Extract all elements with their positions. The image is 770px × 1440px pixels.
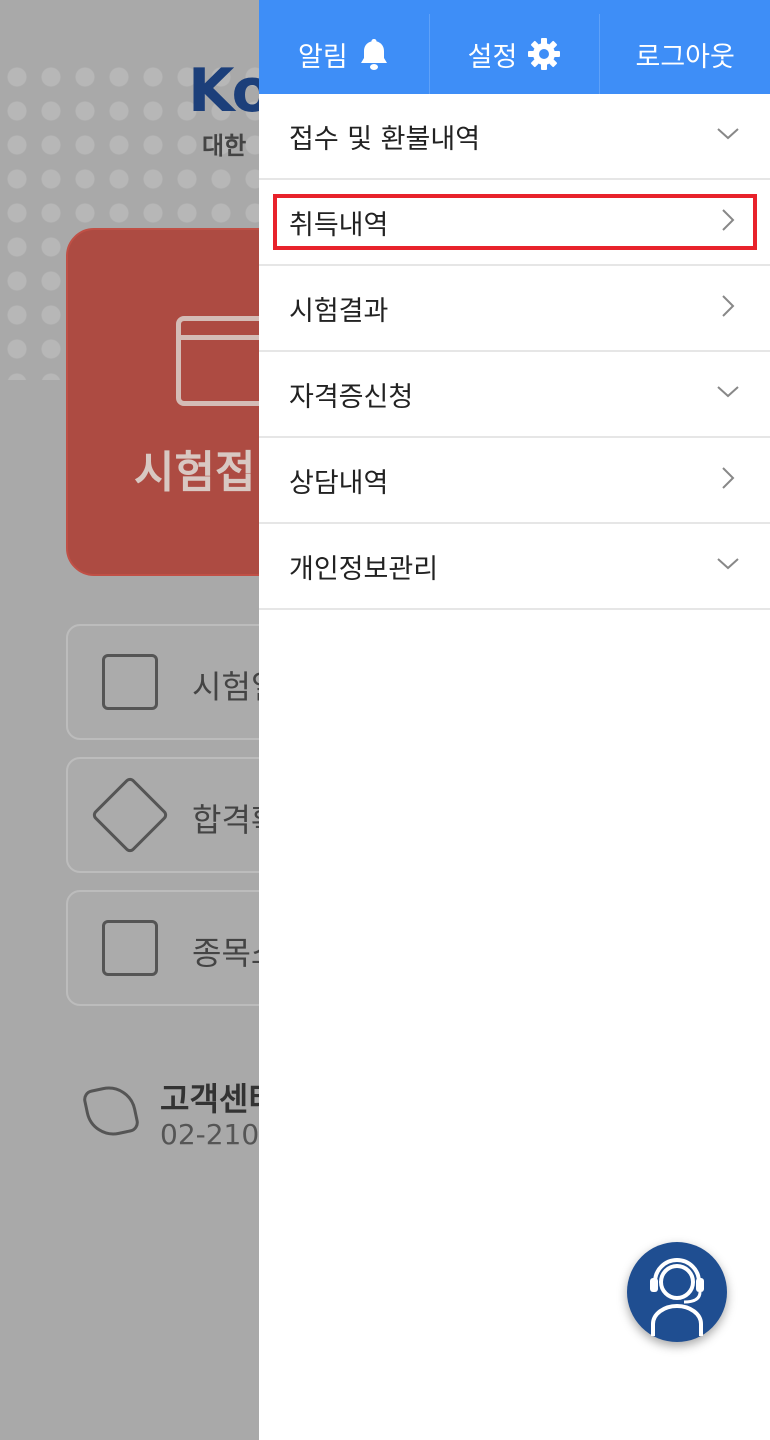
chevron-down-icon	[716, 122, 740, 146]
tab-notifications[interactable]: 알림	[259, 14, 430, 94]
phone-icon	[81, 1081, 141, 1141]
drawer-header-tabs: 알림 설정 로그아웃	[259, 14, 770, 94]
menu-item-consultation-history[interactable]: 상담내역	[259, 438, 770, 524]
chevron-right-icon	[716, 294, 740, 318]
tab-logout-label: 로그아웃	[635, 41, 735, 73]
status-strip	[259, 0, 770, 14]
menu-item-label: 상담내역	[289, 467, 389, 499]
menu-item-exam-results[interactable]: 시험결과	[259, 266, 770, 352]
tab-settings[interactable]: 설정	[430, 14, 601, 94]
menu-item-label: 시험결과	[289, 295, 389, 327]
tab-logout[interactable]: 로그아웃	[600, 14, 770, 94]
badge-check-icon	[90, 775, 170, 855]
category-card[interactable]: 종목소	[66, 890, 290, 1006]
side-drawer: 알림 설정 로그아웃 접수 및 환불내역 취득내역 시험결과 자격증신청 상담내…	[259, 0, 770, 1440]
calendar-icon	[102, 654, 158, 710]
tab-settings-label: 설정	[467, 41, 518, 73]
exam-schedule-card[interactable]: 시험일	[66, 624, 290, 740]
menu-item-label: 자격증신청	[289, 381, 414, 413]
bell-icon	[360, 39, 387, 70]
menu-item-personal-info[interactable]: 개인정보관리	[259, 524, 770, 610]
highlight-box	[273, 194, 757, 250]
menu-item-label: 개인정보관리	[289, 553, 439, 585]
logo-subtitle: 대한	[202, 132, 247, 160]
customer-support-button[interactable]	[627, 1242, 727, 1342]
gear-icon	[528, 38, 561, 70]
tab-notifications-label: 알림	[297, 41, 348, 73]
chevron-right-icon	[716, 466, 740, 490]
chevron-down-icon	[716, 380, 740, 404]
certificate-icon	[102, 920, 158, 976]
menu-item-receipt-refund[interactable]: 접수 및 환불내역	[259, 94, 770, 180]
chevron-down-icon	[716, 552, 740, 576]
pass-check-card[interactable]: 합격확	[66, 757, 290, 873]
drawer-menu: 접수 및 환불내역 취득내역 시험결과 자격증신청 상담내역 개인정보관리	[259, 94, 770, 610]
headset-agent-icon	[650, 1258, 704, 1336]
exam-apply-label: 시험접	[134, 447, 256, 498]
menu-item-label: 접수 및 환불내역	[289, 123, 481, 155]
menu-item-certificate-request[interactable]: 자격증신청	[259, 352, 770, 438]
